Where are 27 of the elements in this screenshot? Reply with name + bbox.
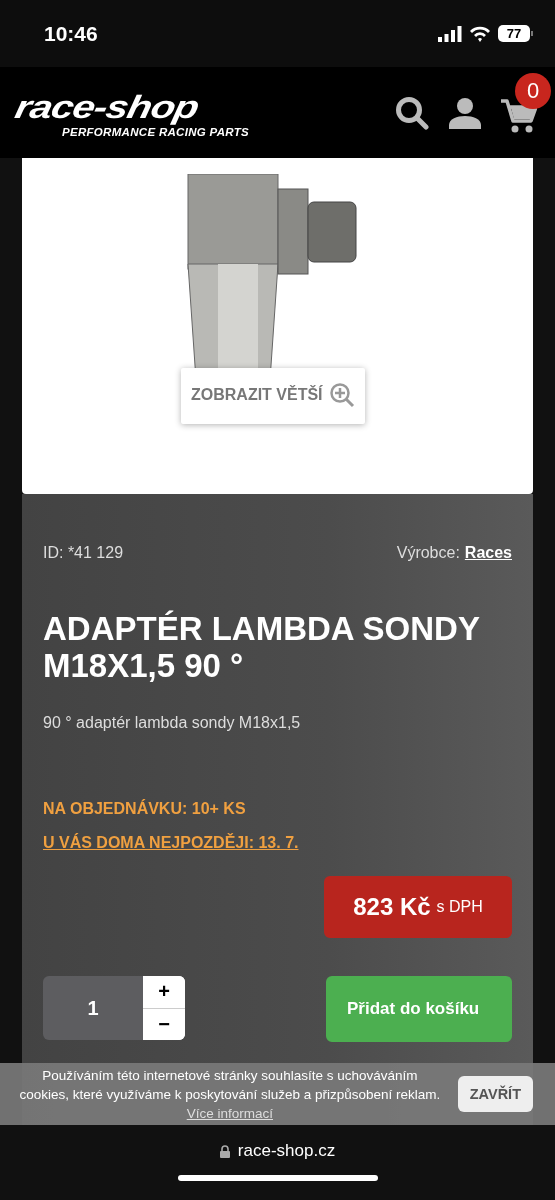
- user-icon[interactable]: [449, 96, 481, 129]
- decrease-button[interactable]: −: [143, 1007, 185, 1040]
- availability-text: NA OBJEDNÁVKU: 10+ KS: [43, 800, 247, 818]
- site-address[interactable]: race-shop.cz: [237, 1141, 336, 1161]
- delivery-link[interactable]: U VÁS DOMA NEJPOZDĚJI: 13. 7.: [43, 834, 299, 852]
- signal-icon: [438, 25, 462, 42]
- maker-link[interactable]: Races: [464, 544, 512, 562]
- cart-icon[interactable]: [501, 98, 537, 133]
- lock-icon: [219, 1144, 230, 1158]
- maker-label: Výrobce:: [396, 544, 460, 562]
- cookie-notice: Používáním této internetové stránky souhlasíte s uchováváním cookies, které využíváme k poskytování služeb a přizpůsobení reklam. Více informací: [18, 1066, 442, 1123]
- close-cookie-button[interactable]: ZAVŘÍT: [457, 1076, 533, 1112]
- more-info-link[interactable]: Více informací: [186, 1105, 273, 1121]
- price-amount: 823 Kč: [353, 893, 431, 921]
- product-title: ADAPTÉR LAMBDA SONDY M18X1,5 90 °: [43, 610, 481, 684]
- quantity-field[interactable]: 1: [43, 976, 143, 1040]
- cart-count-badge: 0: [515, 72, 551, 109]
- zoom-in-icon: [328, 382, 355, 408]
- zoom-button[interactable]: ZOBRAZIT VĚTŠÍ: [181, 368, 365, 424]
- logo-tagline: PERFORMANCE RACING PARTS: [62, 125, 249, 138]
- clock-time: 10:46: [44, 21, 99, 46]
- search-icon[interactable]: [395, 95, 429, 130]
- price-note: s DPH: [436, 898, 483, 916]
- product-description: 90 ° adaptér lambda sondy M18x1,5: [43, 714, 302, 732]
- wifi-icon: [469, 25, 491, 42]
- battery-level: 77: [498, 25, 530, 42]
- product-id: ID: *41 129: [43, 544, 124, 562]
